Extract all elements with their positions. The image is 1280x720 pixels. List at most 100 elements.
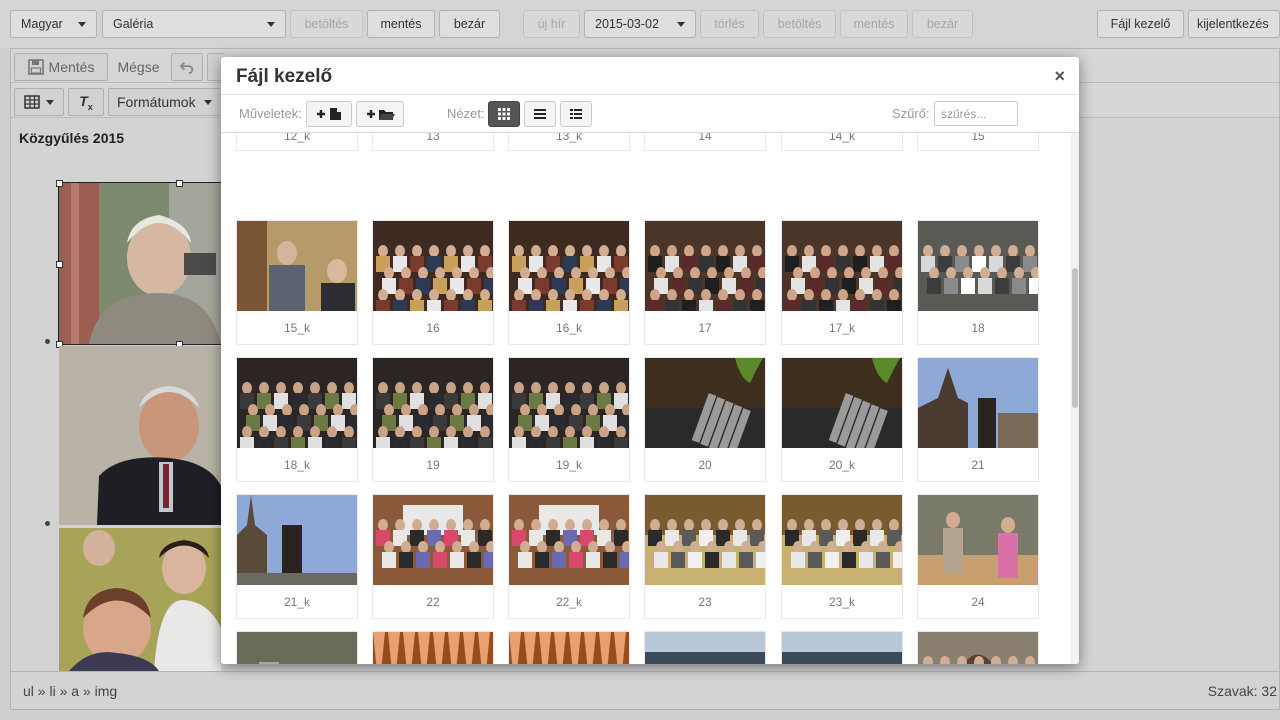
file-tile[interactable]: 14_k [781, 133, 903, 151]
dialog-scrollbar[interactable] [1071, 133, 1079, 664]
element-path[interactable]: ul » li » a » img [23, 683, 117, 699]
file-tile[interactable]: 13_k [508, 133, 630, 151]
file-thumbnail [237, 358, 357, 448]
clear-format-button[interactable]: Tx [68, 88, 104, 116]
file-tile[interactable]: 16_k [508, 220, 630, 345]
editor-save-button[interactable]: Mentés [14, 53, 108, 81]
thumbnail-photo [645, 221, 765, 311]
file-tile[interactable]: 20_k [781, 357, 903, 482]
file-name: 15 [971, 133, 985, 143]
file-tile[interactable]: 22 [372, 494, 494, 619]
view-thumbnails-button[interactable] [488, 101, 520, 127]
file-name: 21_k [283, 595, 311, 609]
new-folder-button[interactable] [356, 101, 404, 127]
file-name: 15_k [283, 321, 311, 335]
file-tile[interactable]: 18_k [236, 357, 358, 482]
section-select[interactable]: Galéria [102, 10, 286, 38]
thumbnail-photo [645, 632, 765, 664]
file-tile[interactable]: 15 [917, 133, 1039, 151]
file-thumbnail [509, 221, 629, 311]
resize-handle[interactable] [56, 261, 63, 268]
file-tile[interactable]: 20 [644, 357, 766, 482]
close-icon[interactable]: × [1054, 66, 1065, 87]
thumbnail-photo [782, 358, 902, 448]
thumbnail-photo [237, 495, 357, 585]
file-tile[interactable]: 17 [644, 220, 766, 345]
file-name: 16 [426, 321, 440, 335]
undo-button[interactable] [171, 53, 203, 81]
file-name: 22 [426, 595, 440, 609]
thumbnail-photo [782, 632, 902, 664]
language-select[interactable]: Magyar [10, 10, 97, 38]
view-list-button[interactable] [524, 101, 556, 127]
logout-button[interactable]: kijelentkezés [1188, 10, 1280, 38]
close-button[interactable]: bezár [439, 10, 500, 38]
file-tile[interactable]: 21 [917, 357, 1039, 482]
save-news-button[interactable]: mentés [840, 10, 908, 38]
save-button[interactable]: mentés [367, 10, 435, 38]
file-name: 21 [971, 458, 985, 472]
file-thumbnail [373, 632, 493, 664]
file-tile[interactable]: 13 [372, 133, 494, 151]
photo-audience-women [59, 528, 221, 671]
file-tile[interactable] [236, 631, 358, 664]
file-tile[interactable]: 22_k [508, 494, 630, 619]
file-tile[interactable]: 12_k [236, 133, 358, 151]
chevron-down-icon [46, 99, 54, 105]
filter-input[interactable] [934, 101, 1018, 126]
file-tile[interactable]: 19_k [508, 357, 630, 482]
file-manager-button[interactable]: Fájl kezelő [1097, 10, 1184, 38]
file-tile[interactable]: 23 [644, 494, 766, 619]
clear-format-icon: Tx [79, 92, 93, 112]
thumbnail-photo [918, 221, 1038, 311]
new-file-button[interactable] [306, 101, 352, 127]
formats-dropdown[interactable]: Formátumok [108, 88, 220, 116]
close-news-button[interactable]: bezár [912, 10, 973, 38]
editor-image-2[interactable] [59, 346, 221, 525]
file-tile[interactable]: 18 [917, 220, 1039, 345]
list-bullet [45, 339, 50, 344]
file-tile[interactable] [917, 631, 1039, 664]
file-tile[interactable]: 21_k [236, 494, 358, 619]
file-thumbnail [782, 495, 902, 585]
load-button[interactable]: betöltés [290, 10, 363, 38]
file-thumbnail [782, 221, 902, 311]
file-tile[interactable] [372, 631, 494, 664]
load-news-button[interactable]: betöltés [763, 10, 836, 38]
file-tile[interactable]: 14 [644, 133, 766, 151]
view-details-button[interactable] [560, 101, 592, 127]
file-tile[interactable]: 23_k [781, 494, 903, 619]
file-thumbnail [237, 495, 357, 585]
scrollbar-thumb[interactable] [1072, 268, 1078, 408]
word-count: Szavak: 32 [1207, 682, 1277, 699]
editor-statusbar: ul » li » a » img Szavak: 32 [10, 672, 1280, 710]
table-icon [24, 95, 40, 109]
editor-image-1[interactable] [58, 182, 222, 345]
file-tile[interactable]: 16 [372, 220, 494, 345]
table-button[interactable] [14, 88, 64, 116]
file-tile[interactable] [781, 631, 903, 664]
resize-handle[interactable] [56, 180, 63, 187]
list-bullet [45, 521, 50, 526]
thumbnail-photo [509, 221, 629, 311]
file-thumbnail [237, 632, 357, 664]
file-name: 17_k [828, 321, 856, 335]
file-tile[interactable]: 24 [917, 494, 1039, 619]
editor-image-3[interactable] [59, 528, 221, 671]
file-thumbnail [782, 358, 902, 448]
new-news-button[interactable]: új hír [523, 10, 580, 38]
resize-handle[interactable] [176, 180, 183, 187]
delete-button[interactable]: törlés [700, 10, 759, 38]
file-thumbnail [645, 632, 765, 664]
thumbnail-photo [373, 358, 493, 448]
editor-cancel-button[interactable]: Mégse [110, 53, 167, 81]
list-icon [534, 109, 546, 119]
date-select[interactable]: 2015-03-02 [584, 10, 696, 38]
file-thumbnail [645, 495, 765, 585]
file-tile[interactable]: 19 [372, 357, 494, 482]
file-tile[interactable] [508, 631, 630, 664]
file-tile[interactable]: 17_k [781, 220, 903, 345]
file-tile[interactable] [644, 631, 766, 664]
file-name: 19_k [555, 458, 583, 472]
file-tile[interactable]: 15_k [236, 220, 358, 345]
